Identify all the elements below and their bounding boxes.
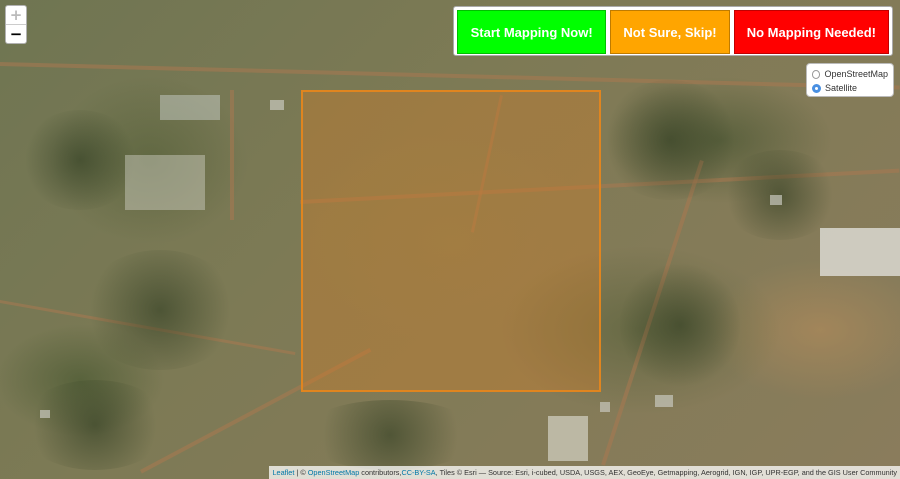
dirt-road bbox=[230, 90, 234, 220]
mapping-area-rectangle bbox=[301, 90, 601, 392]
attribution-text: contributors, bbox=[359, 468, 402, 477]
layer-option-satellite[interactable]: Satellite bbox=[812, 81, 888, 95]
tiles-attribution-text: , Tiles © Esri — Source: Esri, i-cubed, … bbox=[435, 468, 897, 477]
tree-cluster bbox=[300, 400, 480, 470]
attribution-separator: | © bbox=[294, 468, 308, 477]
building bbox=[270, 100, 284, 110]
skip-button[interactable]: Not Sure, Skip! bbox=[610, 10, 730, 54]
zoom-in-button[interactable]: + bbox=[6, 6, 26, 25]
action-bar: Start Mapping Now! Not Sure, Skip! No Ma… bbox=[453, 6, 893, 56]
leaflet-link[interactable]: Leaflet bbox=[272, 468, 294, 477]
radio-button[interactable] bbox=[812, 69, 821, 79]
openstreetmap-link[interactable]: OpenStreetMap bbox=[308, 468, 360, 477]
building bbox=[160, 95, 220, 120]
tree-cluster bbox=[620, 260, 740, 390]
zoom-control: + − bbox=[5, 5, 27, 44]
building bbox=[40, 410, 50, 418]
layer-label: Satellite bbox=[825, 83, 858, 93]
zoom-out-button[interactable]: − bbox=[6, 25, 26, 43]
no-mapping-needed-button[interactable]: No Mapping Needed! bbox=[733, 10, 889, 54]
layer-switcher: OpenStreetMap Satellite bbox=[806, 63, 894, 97]
building bbox=[125, 155, 205, 210]
tree-cluster bbox=[600, 80, 740, 200]
building bbox=[820, 228, 900, 276]
dirt-road bbox=[0, 62, 900, 90]
tree-cluster bbox=[20, 380, 170, 470]
layer-option-openstreetmap[interactable]: OpenStreetMap bbox=[812, 67, 888, 81]
map-attribution: Leaflet | © OpenStreetMap contributors,C… bbox=[269, 466, 900, 479]
layer-label: OpenStreetMap bbox=[824, 69, 888, 79]
building bbox=[770, 195, 782, 205]
building bbox=[655, 395, 673, 407]
radio-button[interactable] bbox=[812, 83, 821, 93]
building bbox=[600, 402, 610, 412]
tree-cluster bbox=[80, 250, 240, 370]
satellite-map[interactable] bbox=[0, 0, 900, 479]
license-link[interactable]: CC-BY-SA bbox=[401, 468, 435, 477]
tree-cluster bbox=[20, 110, 140, 210]
start-mapping-button[interactable]: Start Mapping Now! bbox=[457, 10, 607, 54]
building bbox=[548, 416, 588, 461]
